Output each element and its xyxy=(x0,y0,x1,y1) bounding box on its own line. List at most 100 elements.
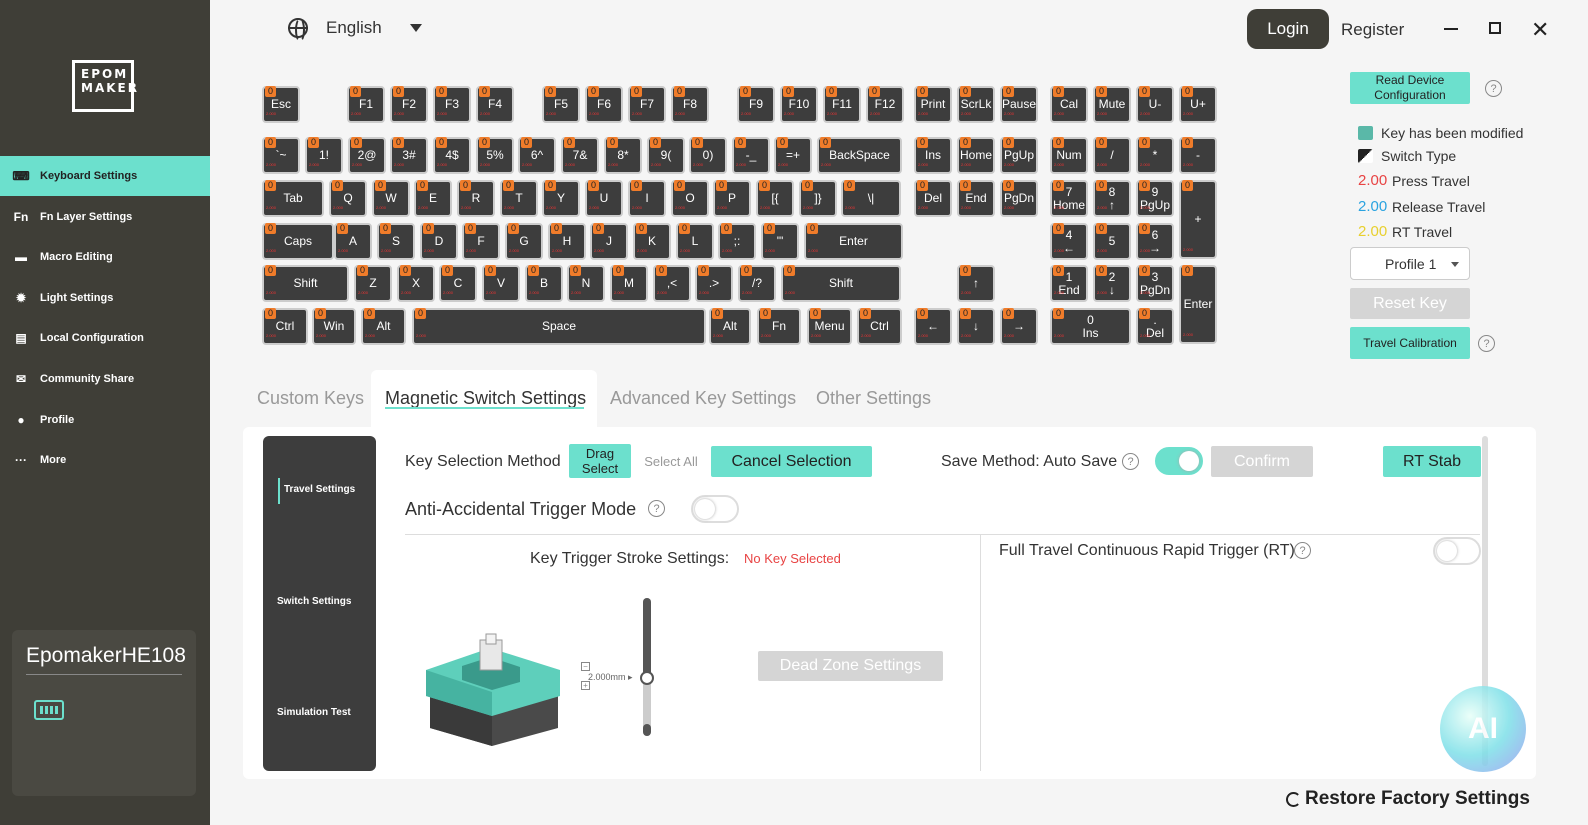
select-all-button[interactable]: Select All xyxy=(640,444,702,478)
key-t[interactable]: 0 T 2.000 xyxy=(500,180,538,217)
key-5%[interactable]: 0 5% 2.000 xyxy=(476,137,514,174)
tab-other-settings[interactable]: Other Settings xyxy=(816,388,931,409)
key-0)[interactable]: 0 0) 2.000 xyxy=(689,137,727,174)
key-3#[interactable]: 0 3# 2.000 xyxy=(390,137,428,174)
sidebar-item-profile[interactable]: ● Profile xyxy=(0,400,210,440)
key-alt[interactable]: 0 Alt 2.000 xyxy=(361,308,406,345)
ai-assistant-button[interactable]: AI xyxy=(1440,686,1526,772)
key-c[interactable]: 0 C 2.000 xyxy=(439,265,477,302)
rt-stab-button[interactable]: RT Stab xyxy=(1383,446,1481,477)
key-2-↓[interactable]: 02 ↓ 2.000 xyxy=(1093,265,1131,302)
key-i[interactable]: 0 I 2.000 xyxy=(628,180,666,217)
key-b[interactable]: 0 B 2.000 xyxy=(525,265,563,302)
key-↑[interactable]: 0 ↑ 2.000 xyxy=(957,265,995,302)
read-device-config-button[interactable]: Read Device Configuration xyxy=(1350,72,1470,104)
key-k[interactable]: 0 K 2.000 xyxy=(633,223,671,260)
key-8-↑[interactable]: 08 ↑ 2.000 xyxy=(1093,180,1131,217)
tab-magnetic-switch-settings[interactable]: Magnetic Switch Settings xyxy=(385,388,586,409)
tab-advanced-key-settings[interactable]: Advanced Key Settings xyxy=(610,388,796,409)
key-x[interactable]: 0 X 2.000 xyxy=(397,265,435,302)
key-tab[interactable]: 0 Tab 2.000 xyxy=(262,180,324,217)
dead-zone-settings-button[interactable]: Dead Zone Settings xyxy=(758,651,943,681)
sidebar-item-community-share[interactable]: ✉ Community Share xyxy=(0,359,210,399)
maximize-icon[interactable] xyxy=(1489,22,1501,34)
key-o[interactable]: 0 O 2.000 xyxy=(671,180,709,217)
key-f4[interactable]: 0 F4 2.000 xyxy=(476,86,514,123)
key-m[interactable]: 0 M 2.000 xyxy=(610,265,648,302)
device-card[interactable]: EpomakerHE108 xyxy=(12,630,196,796)
key--_[interactable]: 0 -_ 2.000 xyxy=(732,137,770,174)
key-f5[interactable]: 0 F5 2.000 xyxy=(542,86,580,123)
restore-factory-settings-button[interactable]: Restore Factory Settings xyxy=(1286,788,1530,810)
key-4-←[interactable]: 04 ← 2.000 xyxy=(1050,223,1088,260)
key-f2[interactable]: 0 F2 2.000 xyxy=(390,86,428,123)
login-button[interactable]: Login xyxy=(1247,9,1329,49)
key-;:[interactable]: 0;: 2.000 xyxy=(718,223,756,260)
key-f1[interactable]: 0 F1 2.000 xyxy=(347,86,385,123)
minimize-icon[interactable] xyxy=(1444,28,1458,30)
key-]}[interactable]: 0]} 2.000 xyxy=(799,180,837,217)
key-l[interactable]: 0 L 2.000 xyxy=(676,223,714,260)
key-scrlk[interactable]: 0 ScrLk 2.000 xyxy=(957,86,995,123)
key-menu[interactable]: 0 Menu 2.000 xyxy=(807,308,852,345)
key-v[interactable]: 0 V 2.000 xyxy=(482,265,520,302)
key-8*[interactable]: 0 8* 2.000 xyxy=(604,137,642,174)
key-.>[interactable]: 0 .> 2.000 xyxy=(695,265,733,302)
key-*[interactable]: 0 * 2.000 xyxy=(1136,137,1174,174)
key-e[interactable]: 0 E 2.000 xyxy=(414,180,452,217)
key-mute[interactable]: 0 Mute 2.000 xyxy=(1093,86,1131,123)
key-4$[interactable]: 0 4$ 2.000 xyxy=(433,137,471,174)
key-+[interactable]: 0 +2.000 xyxy=(1179,180,1217,259)
subnav-switch-settings[interactable]: Switch Settings xyxy=(277,596,351,607)
key-9([interactable]: 0 9(2.000 xyxy=(647,137,685,174)
help-icon[interactable]: ? xyxy=(1122,453,1139,470)
key-=+[interactable]: 0 =+ 2.000 xyxy=(774,137,812,174)
key-7&[interactable]: 0 7& 2.000 xyxy=(561,137,599,174)
key-y[interactable]: 0 Y 2.000 xyxy=(542,180,580,217)
key-↓[interactable]: 0 ↓ 2.000 xyxy=(957,308,995,345)
key-u[interactable]: 0 U 2.000 xyxy=(585,180,623,217)
key-fn[interactable]: 0 Fn 2.000 xyxy=(757,308,801,345)
key-home[interactable]: 0 Home 2.000 xyxy=(957,137,995,174)
key-h[interactable]: 0 H 2.000 xyxy=(548,223,586,260)
key-pgdn[interactable]: 0 PgDn 2.000 xyxy=(1000,180,1038,217)
key-f3[interactable]: 0 F3 2.000 xyxy=(433,86,471,123)
key-.-del[interactable]: 0. Del 2.000 xyxy=(1136,308,1174,345)
key--[interactable]: 0-2.000 xyxy=(1179,137,1217,174)
sidebar-item-macro-editing[interactable]: ▬ Macro Editing xyxy=(0,237,210,277)
key-u-[interactable]: 0 U- 2.000 xyxy=(1136,86,1174,123)
sidebar-item-more[interactable]: ··· More xyxy=(0,440,210,480)
key-d[interactable]: 0 D 2.000 xyxy=(420,223,458,260)
key-caps[interactable]: 0 Caps 2.000 xyxy=(262,223,334,260)
drag-select-button[interactable]: Drag Select xyxy=(569,444,631,478)
rt-toggle[interactable] xyxy=(1433,537,1481,565)
key-q[interactable]: 0 Q 2.000 xyxy=(329,180,367,217)
help-icon[interactable]: ? xyxy=(1485,80,1502,97)
key-5[interactable]: 0 5 2.000 xyxy=(1093,223,1131,260)
key-pause[interactable]: 0 Pause 2.000 xyxy=(1000,86,1038,123)
key-/?[interactable]: 0/? 2.000 xyxy=(738,265,776,302)
key-f10[interactable]: 0 F10 2.000 xyxy=(780,86,818,123)
key-\|[interactable]: 0 \| 2.000 xyxy=(841,180,901,217)
subnav-simulation-test[interactable]: Simulation Test xyxy=(277,707,351,718)
key-w[interactable]: 0 W 2.000 xyxy=(372,180,410,217)
key-2@[interactable]: 0 2@ 2.000 xyxy=(348,137,386,174)
key-end[interactable]: 0 End 2.000 xyxy=(957,180,995,217)
cancel-selection-button[interactable]: Cancel Selection xyxy=(711,446,872,477)
key-f11[interactable]: 0 F11 2.000 xyxy=(823,86,861,123)
key-ctrl[interactable]: 0 Ctrl 2.000 xyxy=(262,308,308,345)
language-selector[interactable]: English xyxy=(288,18,422,42)
key-g[interactable]: 0 G 2.000 xyxy=(505,223,543,260)
reset-key-button[interactable]: Reset Key xyxy=(1350,288,1470,319)
key-pgup[interactable]: 0 PgUp 2.000 xyxy=(1000,137,1038,174)
key-del[interactable]: 0 Del 2.000 xyxy=(914,180,952,217)
increase-icon[interactable]: + xyxy=(581,681,590,690)
key-shift[interactable]: 0 Shift 2.000 xyxy=(781,265,901,302)
key-u+[interactable]: 0 U+ 2.000 xyxy=(1179,86,1217,123)
key-,<[interactable]: 0 ,< 2.000 xyxy=(653,265,691,302)
key-z[interactable]: 0 Z 2.000 xyxy=(354,265,392,302)
key-6-→[interactable]: 06 → 2.000 xyxy=(1136,223,1174,260)
key-f8[interactable]: 0 F8 2.000 xyxy=(671,86,709,123)
sidebar-item-keyboard-settings[interactable]: ⌨ Keyboard Settings xyxy=(0,156,210,196)
key-p[interactable]: 0 P 2.000 xyxy=(713,180,751,217)
